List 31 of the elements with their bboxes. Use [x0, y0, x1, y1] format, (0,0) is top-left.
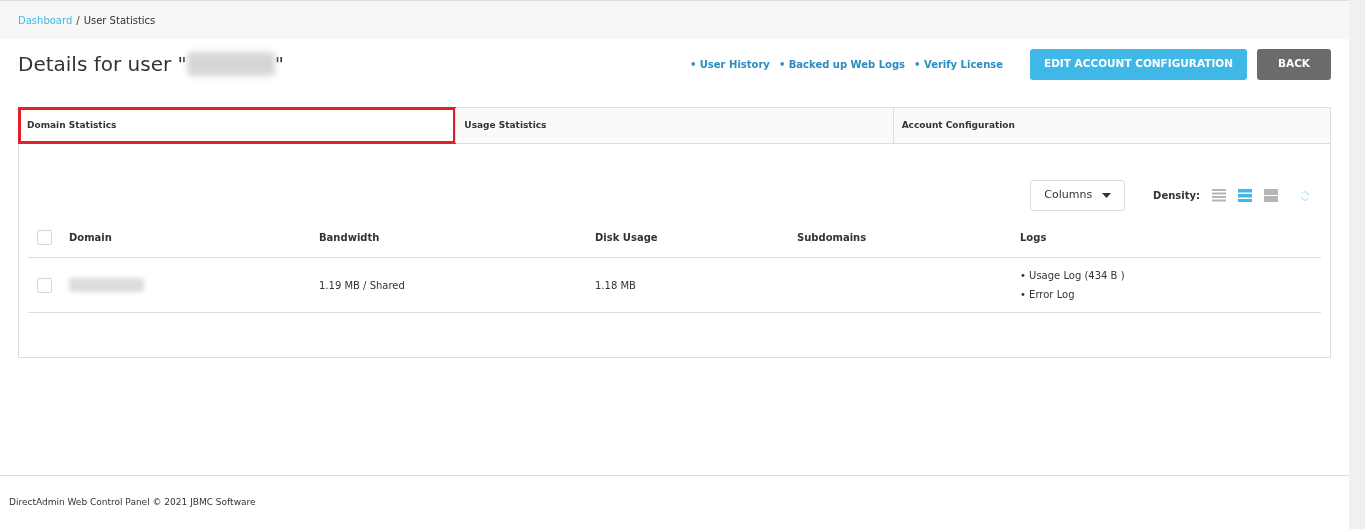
log-link[interactable]: • Error Log — [1020, 287, 1321, 302]
checkbox[interactable] — [37, 277, 52, 293]
column-header: Logs — [1020, 232, 1047, 243]
caret-icon — [1102, 193, 1112, 198]
scrollbar[interactable] — [1349, 0, 1365, 529]
refresh-icon[interactable] — [1300, 190, 1310, 201]
log-link[interactable]: • Usage Log (434 B ) — [1020, 268, 1321, 283]
header-link[interactable]: • Verify License — [914, 56, 1003, 72]
breadcrumb-current: User Statistics — [83, 13, 156, 28]
header-link[interactable]: • Backed up Web Logs — [778, 56, 906, 72]
density-icon[interactable] — [1238, 189, 1252, 202]
breadcrumb-separator: / — [76, 13, 80, 28]
back-button[interactable]: BACK — [1257, 48, 1331, 80]
density-icon[interactable] — [1264, 189, 1278, 202]
table-cell: 1.19 MB / Shared — [319, 279, 405, 291]
page-title-quote: " — [274, 51, 284, 78]
footer-text: DirectAdmin Web Control Panel © 2021 JBMC Software — [9, 495, 256, 509]
column-header: Subdomains — [797, 232, 867, 243]
table-cell: 1.18 MB — [595, 279, 636, 291]
column-header: Disk Usage — [595, 232, 658, 243]
tab[interactable]: Account Configuration — [892, 108, 1330, 143]
tab[interactable]: Domain Statistics — [19, 108, 456, 143]
checkbox[interactable] — [37, 230, 52, 245]
header-link[interactable]: • User History — [689, 56, 770, 72]
column-header: Domain — [69, 232, 112, 243]
tab[interactable]: Usage Statistics — [455, 108, 893, 143]
column-header: Bandwidth — [319, 232, 380, 243]
density-label: Density: — [1153, 189, 1200, 203]
density-icon[interactable] — [1212, 189, 1226, 202]
page-title: Details for user " — [18, 51, 187, 78]
columns-dropdown[interactable]: Columns — [1030, 180, 1126, 211]
